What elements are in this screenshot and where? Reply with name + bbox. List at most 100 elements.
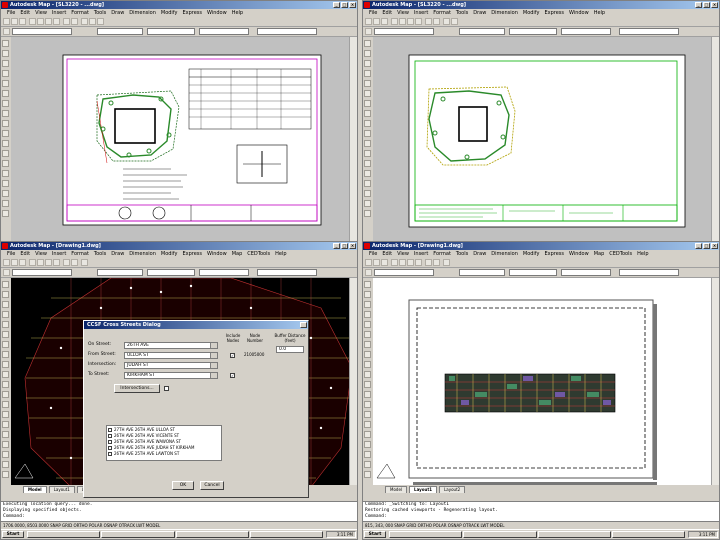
gradient-icon[interactable] (2, 200, 9, 207)
menu-item[interactable]: Format (71, 250, 89, 258)
new-icon[interactable] (365, 259, 372, 266)
open-icon[interactable] (11, 259, 18, 266)
results-list[interactable]: 27TH AVE 26TH AVE ULLOA ST 26TH AVE 26TH… (106, 425, 222, 461)
plotstyle-dropdown[interactable] (257, 269, 317, 276)
table-icon[interactable] (2, 170, 9, 177)
cut-icon[interactable] (399, 18, 406, 25)
menu-item[interactable]: Window (207, 250, 227, 258)
include-to-checkbox[interactable]: ✓ (230, 373, 235, 378)
dialog-title[interactable]: CCSF Cross Streets Dialog (84, 321, 308, 329)
menu-item[interactable]: Dimension (129, 9, 156, 17)
minimize-button[interactable]: _ (333, 243, 340, 249)
pan-icon[interactable] (81, 259, 88, 266)
color-dropdown[interactable] (459, 28, 505, 35)
start-button[interactable]: Start (2, 531, 24, 538)
from-street-dropdown[interactable]: ULLOA ST (124, 352, 218, 359)
maximize-button[interactable]: □ (703, 243, 710, 249)
menu-item[interactable]: Insert (52, 250, 66, 258)
taskbar-item[interactable] (463, 531, 537, 538)
region-icon[interactable] (2, 140, 9, 147)
paste-icon[interactable] (53, 18, 60, 25)
menu-item[interactable]: Draw (473, 250, 486, 258)
close-button[interactable]: × (711, 243, 718, 249)
vertical-scrollbar[interactable] (711, 278, 719, 485)
paste-icon[interactable] (415, 259, 422, 266)
lineweight-dropdown[interactable] (199, 269, 249, 276)
polyline-icon[interactable] (364, 50, 371, 57)
maximize-button[interactable]: □ (341, 243, 348, 249)
item-checkbox[interactable] (108, 434, 112, 438)
maximize-button[interactable]: □ (341, 2, 348, 8)
line-icon[interactable] (364, 40, 371, 47)
menu-item[interactable]: Edit (20, 9, 30, 17)
menu-item[interactable]: Help (232, 9, 243, 17)
menu-item[interactable]: Edit (382, 9, 392, 17)
circle-icon[interactable] (2, 301, 9, 308)
revcloud-icon[interactable] (364, 451, 371, 458)
gradient-icon[interactable] (364, 441, 371, 448)
rectangle-icon[interactable] (364, 80, 371, 87)
menu-item[interactable]: Map (232, 250, 243, 258)
menu-item[interactable]: Draw (111, 9, 124, 17)
new-icon[interactable] (3, 18, 10, 25)
arc-icon[interactable] (2, 70, 9, 77)
zoom-icon[interactable] (451, 18, 458, 25)
include-from-checkbox[interactable]: ✓ (230, 353, 235, 358)
redo-icon[interactable] (71, 259, 78, 266)
lineweight-dropdown[interactable] (561, 269, 611, 276)
point-icon[interactable] (364, 160, 371, 167)
menu-item[interactable]: CEDTools (609, 250, 632, 258)
layer-dropdown[interactable] (374, 269, 434, 276)
layout-canvas[interactable] (373, 37, 712, 245)
mtext-icon[interactable] (2, 190, 9, 197)
option-checkbox[interactable] (164, 386, 169, 391)
layout-canvas[interactable] (11, 37, 350, 245)
title-bar[interactable]: Autodesk Map - [Drawing1.dwg] _ □ × (363, 242, 719, 250)
ellipse-icon[interactable] (364, 351, 371, 358)
cancel-button[interactable]: Cancel (200, 481, 224, 490)
open-icon[interactable] (11, 18, 18, 25)
maximize-button[interactable]: □ (703, 2, 710, 8)
menu-item[interactable]: Help (637, 250, 648, 258)
dialog-close-button[interactable] (300, 322, 307, 328)
text-icon[interactable] (2, 150, 9, 157)
block-icon[interactable] (2, 120, 9, 127)
menu-item[interactable]: Dimension (491, 9, 518, 17)
block-icon[interactable] (2, 361, 9, 368)
spline-icon[interactable] (364, 100, 371, 107)
line-icon[interactable] (2, 281, 9, 288)
line-icon[interactable] (364, 281, 371, 288)
cut-icon[interactable] (37, 18, 44, 25)
print-icon[interactable] (391, 259, 398, 266)
circle-icon[interactable] (364, 60, 371, 67)
plotstyle-dropdown[interactable] (257, 28, 317, 35)
menu-item[interactable]: Modify (523, 250, 540, 258)
hatch-icon[interactable] (2, 130, 9, 137)
to-street-dropdown[interactable]: KIRKHAM ST (124, 372, 218, 379)
title-bar[interactable]: Autodesk Map - [Drawing1.dwg] _ □ × (1, 242, 357, 250)
copy-icon[interactable] (407, 18, 414, 25)
undo-icon[interactable] (63, 18, 70, 25)
layer-dropdown[interactable] (374, 28, 434, 35)
menu-item[interactable]: Dimension (129, 250, 156, 258)
command-prompt[interactable]: Command: (365, 514, 719, 520)
linetype-dropdown[interactable] (147, 269, 195, 276)
wipeout-icon[interactable] (2, 461, 9, 468)
rectangle-icon[interactable] (2, 321, 9, 328)
command-line[interactable]: Executing location query... done. Display… (1, 501, 357, 522)
list-item[interactable]: 26TH AVE 25TH AVE LAWTON ST (108, 451, 220, 457)
item-checkbox[interactable] (108, 452, 112, 456)
mtext-icon[interactable] (364, 190, 371, 197)
linetype-dropdown[interactable] (509, 269, 557, 276)
color-dropdown[interactable] (97, 269, 143, 276)
attdef-icon[interactable] (2, 471, 9, 478)
menu-item[interactable]: Format (71, 9, 89, 17)
vertical-scrollbar[interactable] (349, 37, 357, 245)
minimize-button[interactable]: _ (333, 2, 340, 8)
layers-icon[interactable] (365, 269, 372, 276)
menu-item[interactable]: Window (569, 250, 589, 258)
revcloud-icon[interactable] (2, 451, 9, 458)
minimize-button[interactable]: _ (695, 2, 702, 8)
taskbar-item[interactable] (27, 531, 101, 538)
taskbar-item[interactable] (389, 531, 463, 538)
